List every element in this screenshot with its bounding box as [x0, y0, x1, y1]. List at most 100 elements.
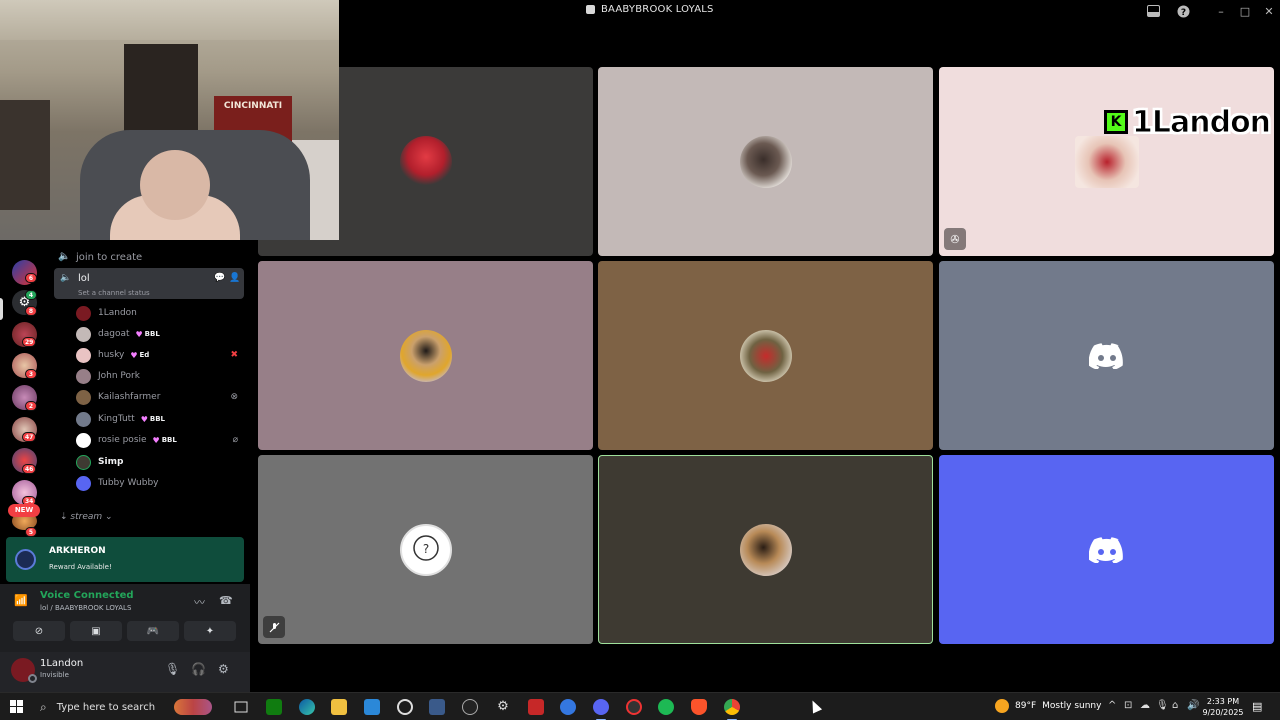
edge-icon[interactable] — [299, 699, 315, 715]
video-tile[interactable] — [598, 261, 933, 450]
minimize-icon[interactable]: – — [1210, 2, 1232, 20]
brave-icon[interactable] — [691, 699, 707, 715]
avatar — [76, 432, 91, 448]
voice-location[interactable]: lol / BAABYBROOK LOYALS — [40, 604, 131, 612]
microphone-tray-icon[interactable]: 🎙 — [1156, 700, 1169, 711]
noise-suppression-icon[interactable]: 〰 — [194, 594, 205, 610]
voice-member[interactable]: Kailashfarmer ⊗ — [76, 388, 244, 406]
user-panel: 1Landon Invisible 🎙 🎧 ⚙ — [0, 652, 250, 692]
tray-app-icon[interactable]: ⊡ — [1124, 700, 1132, 711]
calculator-icon[interactable] — [429, 699, 445, 715]
gear-icon[interactable]: ⚙ — [495, 699, 511, 715]
username[interactable]: 1Landon — [40, 658, 83, 669]
new-servers-badge[interactable]: NEW — [8, 504, 40, 517]
disconnect-icon[interactable]: ☎ — [219, 594, 233, 607]
maximize-icon[interactable]: □ — [1234, 2, 1256, 20]
activities-button[interactable]: 🎮 — [127, 621, 179, 641]
avatar — [76, 454, 91, 470]
app-icon[interactable] — [560, 699, 576, 715]
voice-member[interactable]: husky ♥ Ed ✖ — [76, 346, 244, 364]
member-name: John Pork — [98, 371, 140, 381]
chevron-up-icon[interactable]: ^ — [1108, 700, 1116, 711]
obs-icon[interactable] — [626, 699, 642, 715]
reward-banner[interactable]: ARKHERON Reward Available! — [6, 537, 244, 582]
unread-badge: 3 — [25, 369, 37, 379]
xbox-app-icon[interactable] — [266, 699, 282, 715]
headphones-icon[interactable]: 🎧 — [191, 662, 206, 676]
soundboard-button[interactable]: ✦ — [184, 621, 236, 641]
gear-icon[interactable]: ⚙ — [218, 662, 229, 676]
network-icon[interactable]: ⌂ — [1172, 700, 1178, 711]
member-tag: ♥ BBL — [140, 414, 166, 424]
windows-start-icon[interactable] — [10, 700, 23, 713]
notifications-icon[interactable]: ▤ — [1252, 700, 1262, 713]
voice-member[interactable]: 1Landon — [76, 304, 244, 322]
cloud-icon[interactable]: ☁ — [1140, 700, 1150, 711]
microphone-icon[interactable]: 🎙 — [165, 662, 180, 676]
member-name: dagoat — [98, 329, 130, 339]
voice-connection-panel: 📶 Voice Connected lol / BAABYBROOK LOYAL… — [0, 584, 250, 652]
signal-icon[interactable]: 📶 — [14, 594, 28, 607]
camera-off-button[interactable]: ⊘ — [13, 621, 65, 641]
video-tile[interactable]: ? — [258, 455, 593, 644]
video-tile[interactable] — [258, 261, 593, 450]
chrome-icon[interactable] — [724, 699, 740, 720]
settings-gear-icon[interactable] — [397, 699, 413, 715]
channel-lol-active[interactable]: 🔈 lol Set a channel status 💬 👤 — [54, 268, 244, 299]
window-title: BAABYBROOK LOYALS — [586, 4, 714, 15]
member-name: Kailashfarmer — [98, 392, 161, 402]
channel-name: lol — [78, 273, 90, 284]
member-tag: ♥ Ed — [130, 350, 150, 360]
store-icon[interactable] — [364, 699, 380, 715]
voice-status[interactable]: Voice Connected — [40, 590, 134, 601]
discord-taskbar-icon[interactable] — [593, 699, 609, 720]
video-tile[interactable] — [598, 67, 933, 256]
xbox-icon: ⊗ — [230, 392, 238, 402]
member-name: husky — [98, 350, 125, 360]
camera-off-icon: ⊘ — [34, 625, 44, 637]
invite-user-icon[interactable]: 👤 — [229, 273, 240, 283]
file-explorer-icon[interactable] — [331, 699, 347, 715]
unread-badge: 4 — [25, 290, 37, 300]
heart-icon: ♥ — [130, 350, 138, 360]
voice-member[interactable]: rosie posie ♥ BBL ⌀ — [76, 431, 244, 449]
gamepad-icon: 🎮 — [146, 625, 160, 637]
voice-member[interactable]: KingTutt ♥ BBL — [76, 410, 244, 428]
member-name: 1Landon — [98, 308, 137, 318]
close-icon[interactable]: ✕ — [1258, 2, 1280, 20]
heart-icon: ♥ — [140, 414, 148, 424]
participant-avatar — [739, 135, 792, 188]
search-highlights-icon[interactable] — [174, 699, 212, 715]
search-placeholder: Type here to search — [56, 701, 156, 713]
video-tile[interactable] — [939, 455, 1274, 644]
volume-icon[interactable]: 🔊 — [1187, 700, 1199, 711]
channel-category[interactable]: ⇣ stream ⌄ — [60, 512, 113, 522]
system-clock[interactable]: 2:33 PM 9/20/2025 — [1200, 696, 1246, 718]
video-tile[interactable] — [939, 261, 1274, 450]
chat-bubble-icon[interactable]: 💬 — [214, 273, 225, 283]
help-icon[interactable]: ? — [1172, 2, 1194, 20]
deafened-icon: ✖ — [230, 350, 238, 360]
voice-member[interactable]: Simp — [76, 453, 244, 471]
task-view-icon[interactable] — [233, 699, 249, 715]
voice-member[interactable]: John Pork — [76, 367, 244, 385]
voice-member[interactable]: Tubby Wubby — [76, 474, 244, 492]
unread-badge: 5 — [25, 527, 37, 537]
member-name: Tubby Wubby — [98, 478, 159, 488]
channel-join-to-create[interactable]: 🔈 join to create — [54, 248, 244, 266]
inbox-icon[interactable] — [1142, 2, 1164, 20]
video-tile[interactable]: ✇ — [939, 67, 1274, 256]
video-tile-speaking[interactable] — [598, 455, 933, 644]
weather-widget[interactable]: 89°F Mostly sunny — [995, 699, 1101, 713]
participant-avatar — [1074, 135, 1139, 188]
avatar — [76, 305, 91, 321]
app-icon[interactable] — [528, 699, 544, 715]
stream-overlay-label: K 1Landon — [1104, 104, 1272, 140]
user-status: Invisible — [40, 671, 69, 679]
share-screen-button[interactable]: ▣ — [70, 621, 122, 641]
voice-member[interactable]: dagoat ♥ BBL — [76, 325, 244, 343]
media-player-icon[interactable] — [462, 699, 478, 715]
channel-status[interactable]: Set a channel status — [78, 289, 150, 297]
avatar — [76, 389, 91, 405]
spotify-icon[interactable] — [658, 699, 674, 715]
